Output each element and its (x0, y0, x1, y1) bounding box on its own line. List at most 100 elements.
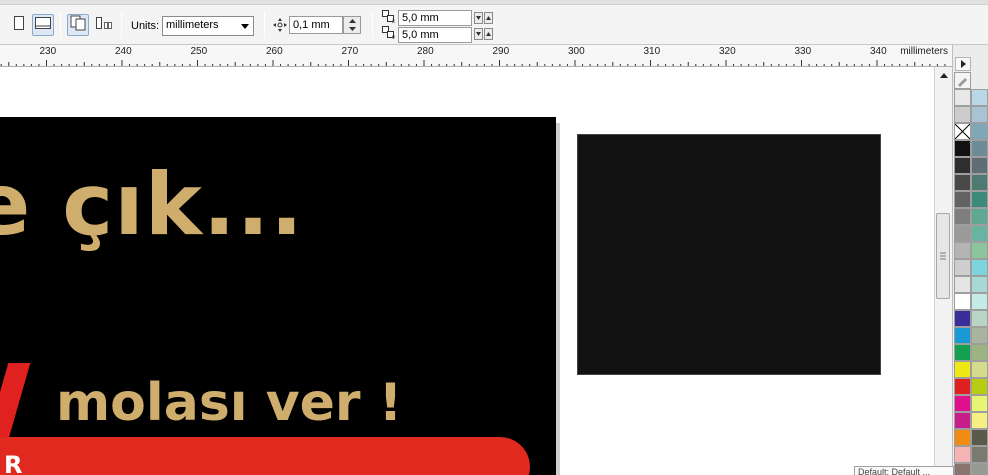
ruler-label: 310 (643, 46, 661, 57)
color-swatch[interactable] (971, 191, 988, 208)
color-swatch[interactable] (971, 344, 988, 361)
color-swatch[interactable] (971, 208, 988, 225)
color-swatch[interactable] (954, 429, 971, 446)
color-swatch[interactable] (971, 395, 988, 412)
color-swatch[interactable] (971, 174, 988, 191)
color-swatch[interactable] (954, 191, 971, 208)
duplicate-x-spinner[interactable] (484, 12, 493, 24)
color-swatch[interactable] (954, 157, 971, 174)
scroll-up-icon[interactable] (938, 70, 950, 80)
horizontal-ruler[interactable]: millimeters 230 240 250 260 270 280 290 300 310 3… (0, 45, 952, 67)
svg-text:y: y (392, 35, 395, 39)
no-fill-swatch[interactable] (954, 123, 971, 140)
color-swatch[interactable] (971, 89, 988, 106)
color-swatch[interactable] (971, 378, 988, 395)
status-tooltip: Default: Default ... (854, 466, 954, 475)
separator (264, 12, 265, 38)
nudge-distance-input[interactable]: 0,1 mm (289, 16, 343, 34)
nudge-spinner[interactable] (343, 16, 361, 34)
color-swatch[interactable] (954, 276, 971, 293)
color-swatch[interactable] (954, 140, 971, 157)
vertical-scrollbar[interactable] (934, 67, 952, 475)
headline-text[interactable]: e çık... (0, 155, 304, 255)
ruler-label: 300 (568, 46, 585, 57)
portrait-page-button[interactable] (8, 14, 30, 36)
color-swatch[interactable] (971, 463, 988, 475)
current-page-icon (95, 15, 113, 36)
color-swatch[interactable] (954, 106, 971, 123)
red-banner-shape[interactable] (0, 437, 530, 475)
spin-down-icon[interactable] (344, 25, 360, 33)
color-swatch[interactable] (971, 276, 988, 293)
color-swatch[interactable] (954, 327, 971, 344)
color-swatch[interactable] (954, 259, 971, 276)
drawing-canvas[interactable]: e çık... molası ver ! R (0, 67, 934, 475)
ruler-unit-label: millimeters (900, 46, 948, 57)
color-swatch[interactable] (971, 106, 988, 123)
spin-up-icon[interactable] (344, 17, 360, 25)
chevron-down-icon (237, 17, 253, 35)
duplicate-x-dropdown[interactable] (474, 12, 483, 24)
separator (372, 12, 373, 38)
ruler-label: 340 (870, 46, 887, 57)
duplicate-y-input[interactable]: 5,0 mm (398, 27, 472, 43)
color-swatch[interactable] (954, 225, 971, 242)
color-swatch[interactable] (954, 344, 971, 361)
ruler-label: 270 (341, 46, 359, 57)
ruler-label: 330 (794, 46, 812, 57)
color-swatch[interactable] (954, 89, 971, 106)
property-bar: Units: millimeters 0,1 mm x 5,0 mm y 5,0… (0, 0, 988, 45)
subline-text[interactable]: molası ver ! (56, 373, 402, 433)
ruler-label: 320 (719, 46, 736, 57)
scroll-thumb[interactable] (936, 213, 950, 299)
separator (60, 12, 61, 38)
color-swatch[interactable] (954, 361, 971, 378)
color-swatch[interactable] (954, 174, 971, 191)
color-swatch[interactable] (971, 446, 988, 463)
color-swatch[interactable] (971, 293, 988, 310)
color-swatch[interactable] (971, 140, 988, 157)
menu-strip-edge (0, 0, 988, 5)
color-swatch[interactable] (971, 412, 988, 429)
current-page-button[interactable] (93, 14, 115, 36)
portrait-page-icon (13, 15, 25, 36)
page-shadow (556, 123, 560, 475)
landscape-page-icon (34, 16, 52, 35)
banner-text[interactable]: R (4, 451, 22, 475)
artwork-black-panel[interactable]: e çık... molası ver ! R (0, 117, 556, 475)
color-swatch[interactable] (971, 361, 988, 378)
color-swatch[interactable] (971, 310, 988, 327)
color-swatch[interactable] (954, 395, 971, 412)
color-swatch[interactable] (954, 310, 971, 327)
duplicate-x-input[interactable]: 5,0 mm (398, 10, 472, 26)
color-swatch[interactable] (954, 412, 971, 429)
ruler-label: 260 (266, 46, 283, 57)
duplicate-y-icon: y (382, 26, 396, 44)
color-swatch[interactable] (971, 327, 988, 344)
color-swatch[interactable] (971, 259, 988, 276)
ruler-label: 240 (115, 46, 132, 57)
color-swatch[interactable] (971, 429, 988, 446)
color-swatch[interactable] (954, 293, 971, 310)
units-value: millimeters (166, 19, 219, 31)
nudge-icon (273, 18, 287, 37)
palette-eyedropper-icon[interactable] (954, 72, 971, 89)
duplicate-y-spinner[interactable] (484, 28, 493, 40)
color-swatch[interactable] (954, 208, 971, 225)
color-swatch[interactable] (971, 225, 988, 242)
color-swatch[interactable] (971, 242, 988, 259)
separator (121, 12, 122, 38)
color-swatch[interactable] (954, 242, 971, 259)
black-rectangle-object[interactable] (577, 134, 881, 375)
color-swatch[interactable] (971, 157, 988, 174)
all-pages-button[interactable] (67, 14, 89, 36)
duplicate-y-dropdown[interactable] (474, 28, 483, 40)
color-swatch[interactable] (954, 463, 971, 475)
color-swatch[interactable] (954, 446, 971, 463)
units-dropdown[interactable]: millimeters (162, 16, 254, 36)
nudge-distance-value: 0,1 mm (293, 19, 330, 31)
landscape-page-button[interactable] (32, 14, 54, 36)
color-swatch[interactable] (971, 123, 988, 140)
color-swatch[interactable] (954, 378, 971, 395)
palette-scroll-icon[interactable] (955, 57, 971, 71)
